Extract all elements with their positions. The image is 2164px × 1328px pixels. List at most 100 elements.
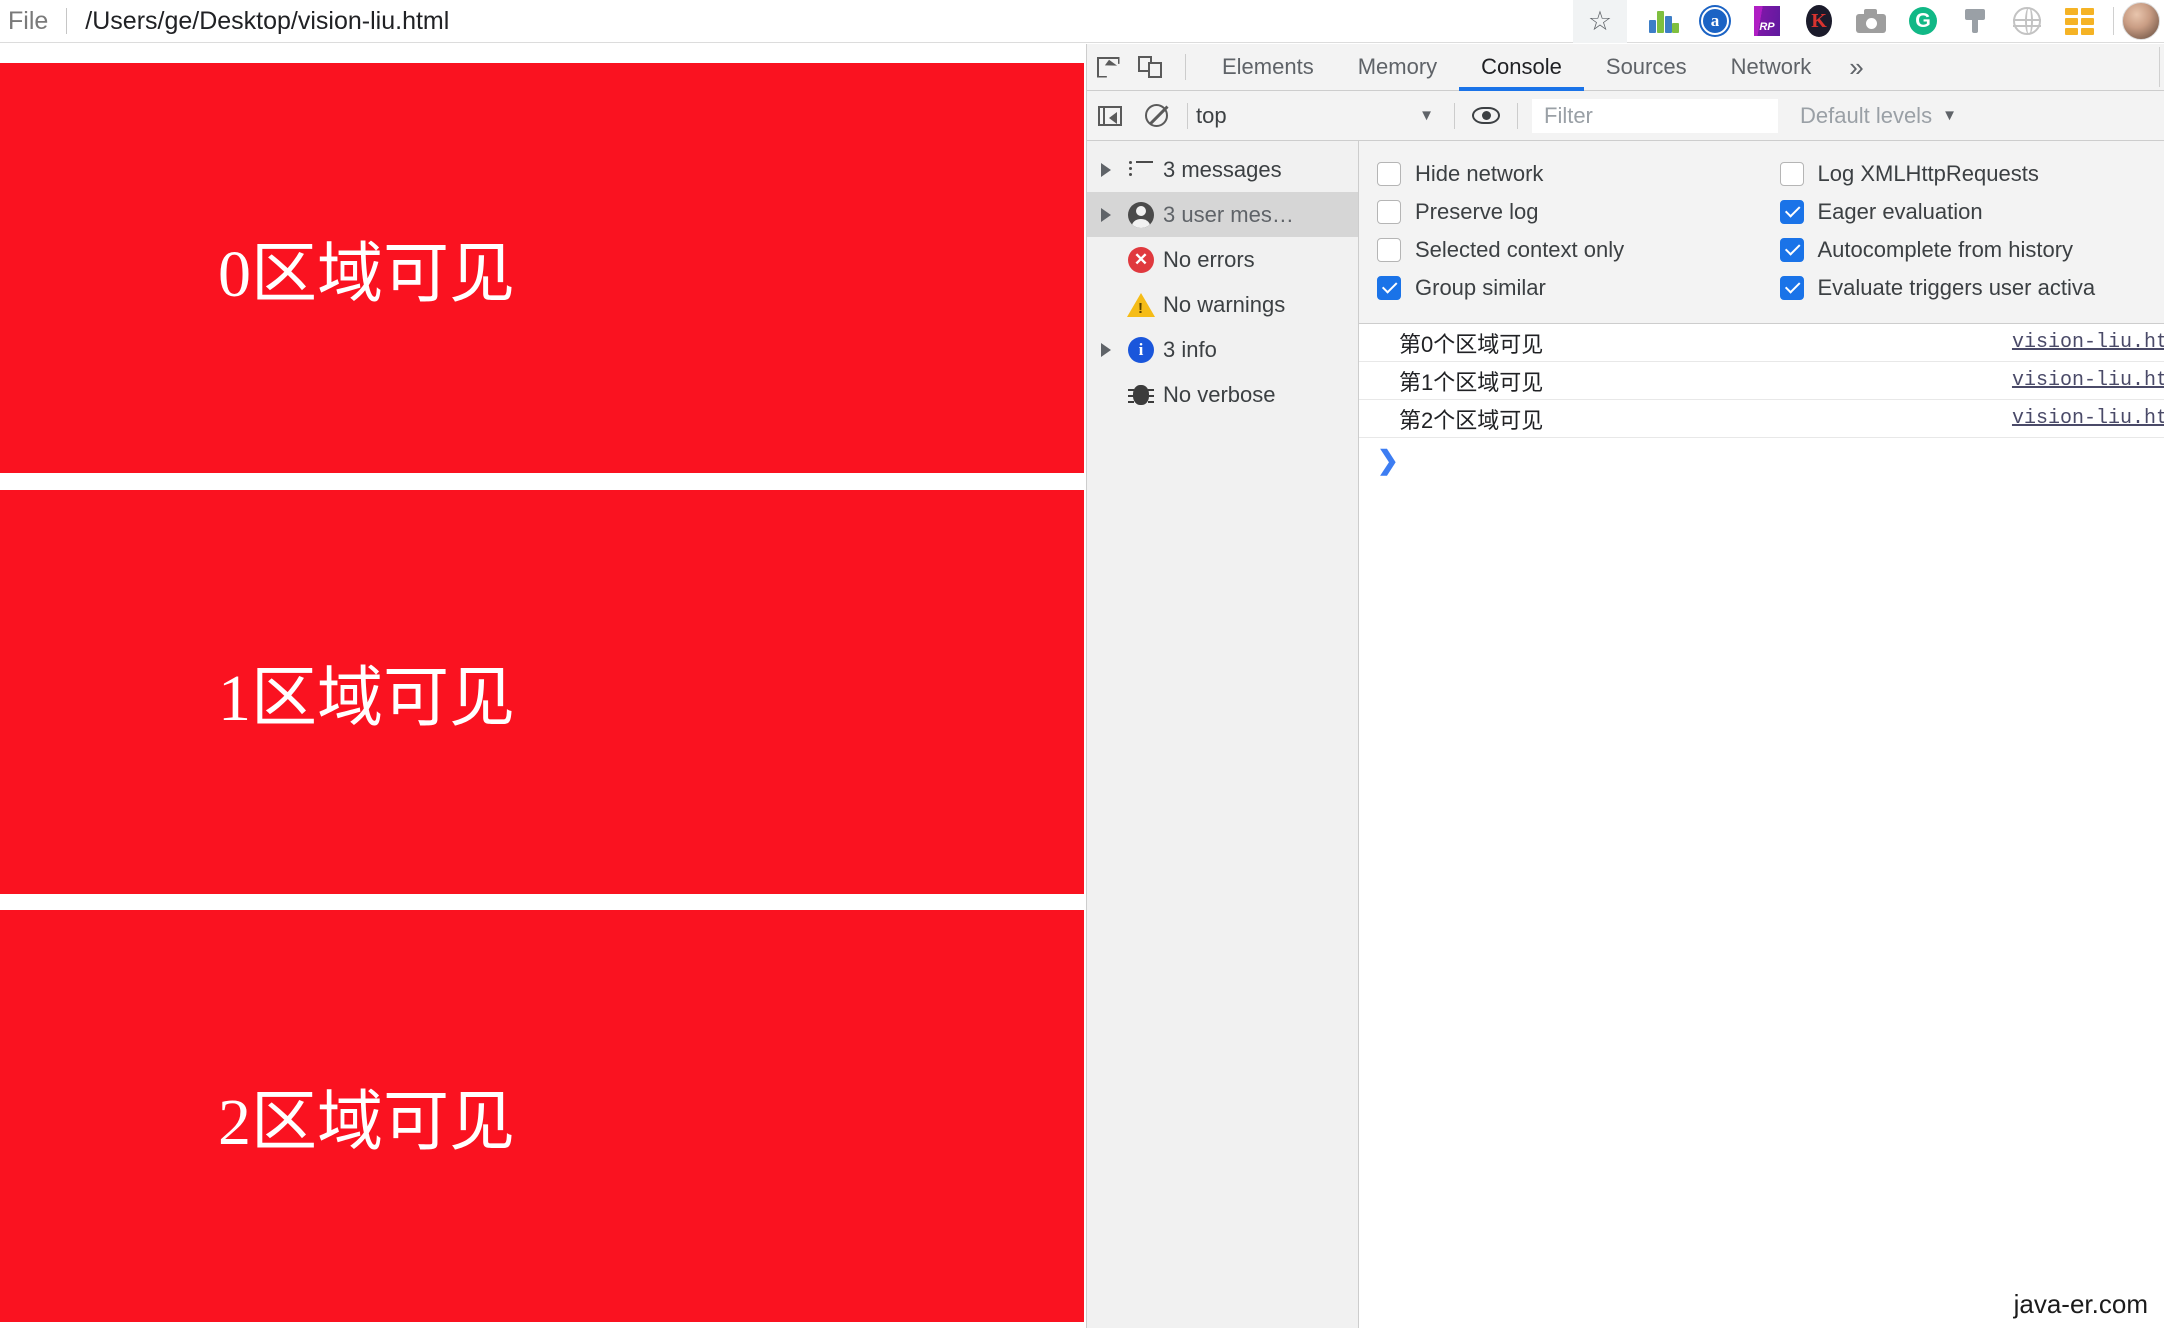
eager-evaluation-label: Eager evaluation bbox=[1817, 199, 1983, 224]
tab-console[interactable]: Console bbox=[1459, 44, 1584, 91]
log-source-link[interactable]: vision-liu.htm bbox=[2012, 331, 2164, 354]
filter-input[interactable]: Filter bbox=[1532, 98, 1778, 133]
visibility-panel-1: 1区域可见 bbox=[0, 490, 1084, 894]
list-icon bbox=[1119, 160, 1163, 179]
panel-2-text: 2区域可见 bbox=[218, 1086, 515, 1159]
tab-sources[interactable]: Sources bbox=[1584, 44, 1709, 91]
sidebar-item-user-messages[interactable]: 3 user mes… bbox=[1087, 192, 1358, 237]
grid-icon bbox=[2064, 7, 2094, 35]
more-tabs-chevron-icon[interactable]: » bbox=[1833, 44, 1879, 91]
console-settings-eye-button[interactable] bbox=[1463, 91, 1509, 141]
globe-icon bbox=[2013, 7, 2041, 35]
console-log-row[interactable]: 第0个区域可见 vision-liu.htm bbox=[1359, 324, 2164, 362]
clear-console-button[interactable] bbox=[1133, 91, 1179, 141]
setting-eager-evaluation[interactable]: Eager evaluation bbox=[1762, 193, 2164, 231]
sidebar-warnings-label: No warnings bbox=[1163, 291, 1286, 317]
setting-group-similar[interactable]: Group similar bbox=[1359, 269, 1762, 307]
rp-badge-icon: RP bbox=[1754, 6, 1780, 36]
device-toolbar-icon[interactable] bbox=[1129, 44, 1171, 91]
setting-selected-context-only[interactable]: Selected context only bbox=[1359, 231, 1762, 269]
sidebar-errors-label: No errors bbox=[1163, 246, 1255, 272]
setting-evaluate-triggers-user-activation[interactable]: Evaluate triggers user activa bbox=[1762, 269, 2164, 307]
grid-extension-icon[interactable] bbox=[2057, 0, 2101, 43]
letter-g-icon: G bbox=[1909, 7, 1937, 35]
tab-elements[interactable]: Elements bbox=[1200, 44, 1336, 91]
alexa-extension-icon[interactable]: a bbox=[1693, 0, 1737, 43]
profile-avatar[interactable] bbox=[2122, 2, 2160, 40]
log-levels-label: Default levels bbox=[1800, 102, 1933, 128]
console-log-list: 第0个区域可见 vision-liu.htm 第1个区域可见 vision-li… bbox=[1359, 324, 2164, 1328]
console-body: 3 messages 3 user mes… ✕ No errors No wa… bbox=[1087, 141, 2164, 1328]
toolbar-divider-3 bbox=[1517, 102, 1518, 129]
url-scheme-label: File bbox=[8, 6, 49, 35]
rp-extension-icon[interactable]: RP bbox=[1745, 0, 1789, 43]
console-main: Hide network Preserve log Selected conte… bbox=[1359, 141, 2164, 1328]
page-viewport: 0区域可见 1区域可见 2区域可见 bbox=[0, 44, 1085, 1328]
setting-preserve-log[interactable]: Preserve log bbox=[1359, 193, 1762, 231]
letter-k-icon: K bbox=[1806, 5, 1832, 37]
watermark: java-er.com bbox=[2013, 1289, 2148, 1319]
sidebar-item-warnings[interactable]: No warnings bbox=[1087, 282, 1358, 327]
address-bar[interactable]: File /Users/ge/Desktop/vision-liu.html bbox=[0, 0, 1573, 43]
log-xhr-label: Log XMLHttpRequests bbox=[1817, 161, 2039, 186]
group-similar-checkbox[interactable] bbox=[1377, 276, 1401, 300]
chart-extension-icon[interactable] bbox=[1641, 0, 1685, 43]
cursor-select-icon bbox=[1096, 56, 1120, 78]
camera-icon bbox=[1856, 9, 1886, 33]
tabbar-end-divider bbox=[2159, 47, 2160, 87]
evaluate-triggers-label: Evaluate triggers user activa bbox=[1817, 275, 2096, 300]
log-source-link[interactable]: vision-liu.htm bbox=[2012, 407, 2164, 430]
globe-extension-icon[interactable] bbox=[2005, 0, 2049, 43]
log-levels-dropdown[interactable]: Default levels ▼ bbox=[1800, 103, 1957, 129]
screenshot-camera-icon[interactable] bbox=[1849, 0, 1893, 43]
url-text: /Users/ge/Desktop/vision-liu.html bbox=[85, 6, 450, 35]
toggle-console-sidebar-button[interactable] bbox=[1087, 91, 1133, 141]
eager-evaluation-checkbox[interactable] bbox=[1779, 200, 1804, 224]
log-xhr-checkbox[interactable] bbox=[1779, 162, 1804, 186]
group-similar-label: Group similar bbox=[1415, 275, 1546, 300]
console-prompt[interactable]: ❯ bbox=[1359, 438, 2164, 482]
eye-icon bbox=[1472, 107, 1500, 124]
autocomplete-history-checkbox[interactable] bbox=[1779, 238, 1804, 262]
console-log-row[interactable]: 第1个区域可见 vision-liu.htm bbox=[1359, 362, 2164, 400]
pin-extension-icon[interactable] bbox=[1953, 0, 1997, 43]
sidebar-item-messages[interactable]: 3 messages bbox=[1087, 147, 1358, 192]
selected-context-only-checkbox[interactable] bbox=[1377, 238, 1401, 262]
expand-triangle-icon[interactable] bbox=[1093, 208, 1119, 222]
sidebar-info-label: 3 info bbox=[1163, 336, 1217, 362]
sidebar-verbose-label: No verbose bbox=[1163, 381, 1276, 407]
setting-autocomplete-history[interactable]: Autocomplete from history bbox=[1762, 231, 2164, 269]
visibility-panel-2: 2区域可见 bbox=[0, 910, 1084, 1322]
log-source-link[interactable]: vision-liu.htm bbox=[2012, 369, 2164, 392]
log-message: 第0个区域可见 bbox=[1399, 331, 1544, 357]
settings-column-left: Hide network Preserve log Selected conte… bbox=[1359, 155, 1762, 307]
sidebar-item-verbose[interactable]: No verbose bbox=[1087, 372, 1358, 417]
console-log-row[interactable]: 第2个区域可见 vision-liu.htm bbox=[1359, 400, 2164, 438]
hide-network-checkbox[interactable] bbox=[1377, 162, 1401, 186]
tab-memory[interactable]: Memory bbox=[1336, 44, 1459, 91]
panel-0-text: 0区域可见 bbox=[218, 238, 515, 311]
preserve-log-label: Preserve log bbox=[1415, 199, 1539, 224]
sidebar-item-info[interactable]: i 3 info bbox=[1087, 327, 1358, 372]
console-settings-pane: Hide network Preserve log Selected conte… bbox=[1359, 141, 2164, 324]
tab-network[interactable]: Network bbox=[1709, 44, 1834, 91]
grammarly-extension-icon[interactable]: G bbox=[1901, 0, 1945, 43]
setting-log-xhr[interactable]: Log XMLHttpRequests bbox=[1762, 155, 2164, 193]
inspect-element-icon[interactable] bbox=[1087, 44, 1129, 91]
info-icon: i bbox=[1119, 336, 1163, 363]
console-sidebar: 3 messages 3 user mes… ✕ No errors No wa… bbox=[1087, 141, 1359, 1328]
setting-hide-network[interactable]: Hide network bbox=[1359, 155, 1762, 193]
execution-context-dropdown[interactable]: top ▼ bbox=[1196, 91, 1446, 141]
visibility-panel-0: 0区域可见 bbox=[0, 63, 1084, 473]
kami-extension-icon[interactable]: K bbox=[1797, 0, 1841, 43]
sidebar-item-errors[interactable]: ✕ No errors bbox=[1087, 237, 1358, 282]
expand-triangle-icon[interactable] bbox=[1093, 163, 1119, 177]
hide-network-label: Hide network bbox=[1415, 161, 1544, 186]
evaluate-triggers-checkbox[interactable] bbox=[1779, 276, 1804, 300]
bookmark-star-icon[interactable]: ☆ bbox=[1573, 0, 1627, 43]
pin-icon bbox=[1961, 7, 1989, 35]
selected-context-only-label: Selected context only bbox=[1415, 237, 1625, 262]
expand-triangle-icon[interactable] bbox=[1093, 343, 1119, 357]
preserve-log-checkbox[interactable] bbox=[1377, 200, 1401, 224]
bug-icon bbox=[1119, 384, 1163, 405]
